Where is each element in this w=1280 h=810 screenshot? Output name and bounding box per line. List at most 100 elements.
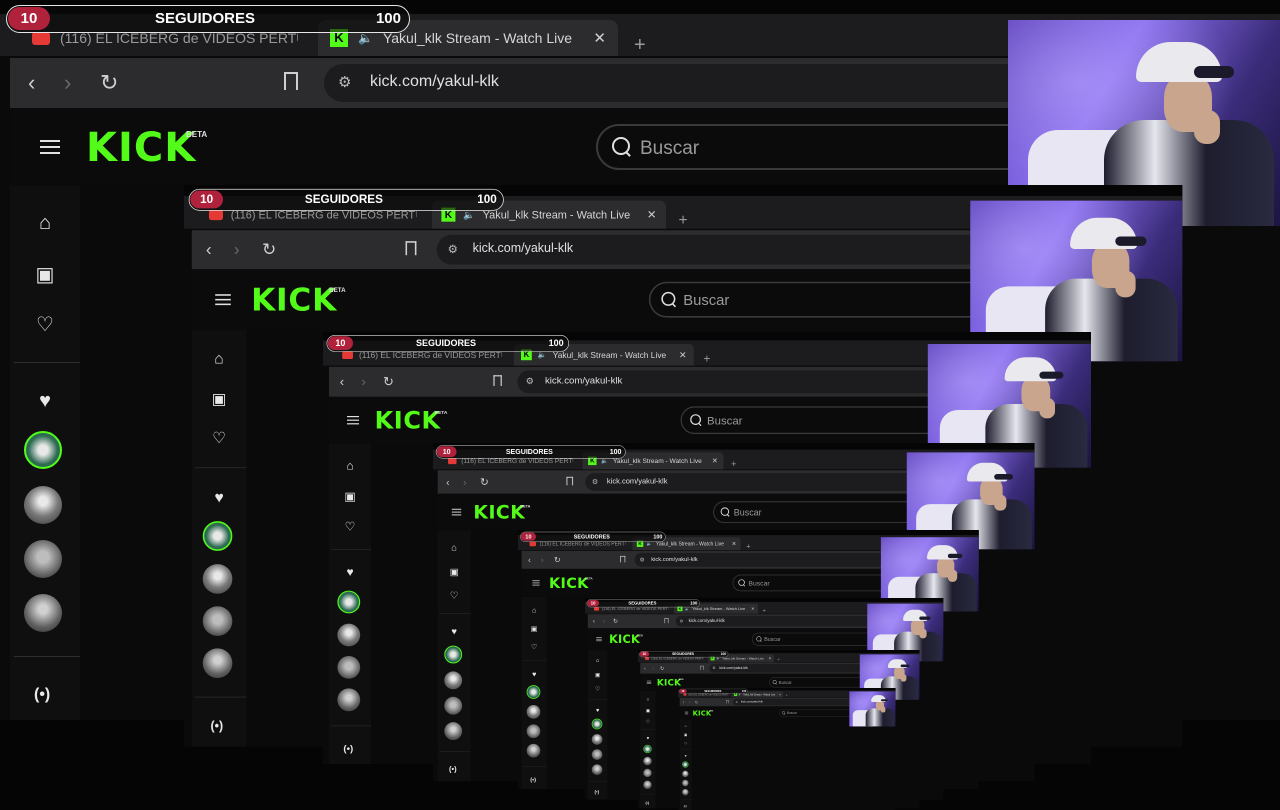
avatar[interactable] [444,671,462,689]
new-tab-button[interactable]: + [703,352,710,366]
bookmark-icon[interactable] [700,666,703,670]
back-button[interactable]: ‹ [446,476,449,488]
hamburger-icon[interactable] [685,712,688,714]
avatar[interactable] [592,719,603,730]
kick-logo[interactable]: KICK [609,634,640,645]
reload-button[interactable]: ↻ [695,700,698,704]
hamburger-icon[interactable] [647,681,651,684]
url-text[interactable]: kick.com/yakul-klk [607,477,668,485]
avatar[interactable] [643,769,651,777]
close-tab-icon[interactable]: ✕ [647,208,657,222]
back-button[interactable]: ‹ [593,618,595,625]
avatar[interactable] [527,724,541,738]
kick-logo[interactable]: KICK [375,409,441,433]
hamburger-icon[interactable] [532,580,539,585]
back-button[interactable]: ‹ [528,555,531,564]
avatar[interactable] [643,757,651,765]
avatar[interactable] [682,771,688,777]
forward-button[interactable]: › [689,700,690,704]
forward-button[interactable]: › [234,240,240,260]
live-icon[interactable]: (•) [449,765,457,773]
url-text[interactable]: kick.com/yakul-klk [741,700,763,703]
bookmark-icon[interactable] [665,618,669,623]
back-button[interactable]: ‹ [644,665,646,671]
live-icon[interactable]: (•) [684,805,687,808]
reload-button[interactable]: ↻ [383,374,394,390]
hamburger-icon[interactable] [452,509,461,516]
browse-icon[interactable]: ▣ [594,671,601,678]
avatar[interactable] [24,431,62,469]
heart-outline-icon[interactable]: ♡ [449,590,460,602]
reload-button[interactable]: ↻ [100,70,118,96]
live-icon[interactable]: (•) [343,744,353,755]
bookmark-icon[interactable] [406,241,417,255]
heart-outline-icon[interactable]: ♡ [210,428,229,448]
hamburger-icon[interactable] [40,140,60,154]
site-settings-icon[interactable]: ⚙ [712,666,715,670]
avatar[interactable] [592,734,603,745]
browse-icon[interactable]: ▣ [645,708,650,714]
hamburger-icon[interactable] [347,416,359,424]
home-icon[interactable]: ⌂ [210,350,229,368]
live-icon[interactable]: (•) [530,777,536,783]
browse-icon[interactable]: ▣ [33,262,57,287]
new-tab-button[interactable]: + [763,608,766,614]
close-tab-icon[interactable]: ✕ [751,606,755,611]
back-button[interactable]: ‹ [206,240,212,260]
url-text[interactable]: kick.com/yakul-klk [651,556,697,562]
avatar[interactable] [444,646,462,664]
avatar[interactable] [592,764,603,775]
live-icon[interactable]: (•) [645,801,649,805]
reload-button[interactable]: ↻ [660,665,664,671]
browse-icon[interactable]: ▣ [210,389,229,409]
avatar[interactable] [527,744,541,758]
heart-outline-icon[interactable]: ♡ [530,642,539,651]
heart-outline-icon[interactable]: ♡ [684,741,688,745]
avatar[interactable] [682,780,688,786]
home-icon[interactable]: ⌂ [530,606,539,614]
avatar[interactable] [643,745,651,753]
home-icon[interactable]: ⌂ [594,657,601,663]
home-icon[interactable]: ⌂ [684,724,688,728]
avatar[interactable] [24,594,62,632]
reload-button[interactable]: ↻ [554,555,561,564]
reload-button[interactable]: ↻ [613,618,618,625]
site-settings-icon[interactable]: ⚙ [448,242,458,256]
close-tab-icon[interactable]: ✕ [712,457,718,465]
avatar[interactable] [682,789,688,795]
bookmark-icon[interactable] [284,72,298,90]
kick-logo[interactable]: KICK [693,710,712,717]
home-icon[interactable]: ⌂ [343,459,357,473]
home-icon[interactable]: ⌂ [645,697,650,702]
site-settings-icon[interactable]: ⚙ [640,556,645,562]
forward-button[interactable]: › [652,665,654,671]
live-icon[interactable]: (•) [34,686,50,704]
url-text[interactable]: kick.com/yakul-klk [689,618,725,623]
avatar[interactable] [444,722,462,740]
avatar[interactable] [337,656,360,679]
bookmark-icon[interactable] [726,700,728,703]
avatar[interactable] [682,761,688,767]
home-icon[interactable]: ⌂ [449,543,460,554]
reload-button[interactable]: ↻ [480,476,489,488]
hamburger-icon[interactable] [596,637,602,641]
site-settings-icon[interactable]: ⚙ [680,618,684,623]
live-icon[interactable]: (•) [595,790,600,795]
avatar[interactable] [203,606,233,636]
back-button[interactable]: ‹ [683,700,684,704]
kick-logo[interactable]: KICK [251,285,337,316]
new-tab-button[interactable]: + [679,212,688,230]
home-icon[interactable]: ⌂ [33,212,57,235]
bookmark-icon[interactable] [493,375,501,386]
avatar[interactable] [203,521,233,551]
forward-button[interactable]: › [361,374,365,390]
live-icon[interactable]: (•) [211,720,224,734]
new-tab-button[interactable]: + [746,542,750,550]
kick-logo[interactable]: KICK [657,678,681,687]
kick-logo[interactable]: KICK [549,576,589,590]
browse-icon[interactable]: ▣ [530,624,539,633]
heart-outline-icon[interactable]: ♡ [33,312,57,337]
url-text[interactable]: kick.com/yakul-klk [370,73,499,91]
kick-logo[interactable]: KICK [86,128,196,168]
avatar[interactable] [24,540,62,578]
